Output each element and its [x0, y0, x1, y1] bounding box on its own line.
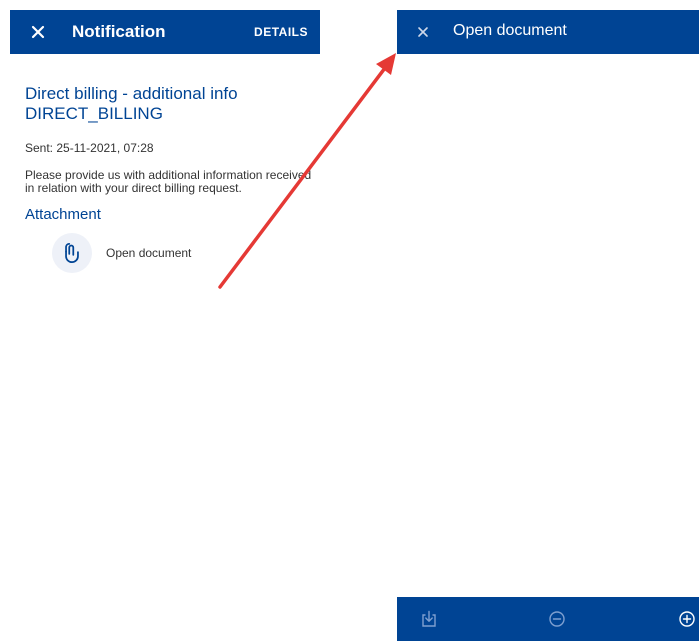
- attachment-label: Open document: [106, 246, 192, 260]
- notification-heading-line1: Direct billing - additional info: [25, 84, 238, 103]
- open-document-attachment[interactable]: Open document: [25, 233, 315, 273]
- paperclip-icon: [65, 242, 79, 264]
- viewer-title: Open document: [453, 22, 567, 39]
- notification-title: Notification: [72, 22, 166, 41]
- document-content-area[interactable]: [397, 54, 699, 597]
- document-viewer-panel: Open document: [397, 10, 699, 641]
- zoom-in-icon[interactable]: [677, 609, 697, 629]
- screenshot-root: Notification DETAILS Direct billing - ad…: [0, 0, 699, 641]
- notification-message: Please provide us with additional inform…: [25, 168, 312, 195]
- zoom-out-icon[interactable]: [547, 609, 567, 629]
- viewer-header: Open document: [397, 10, 699, 54]
- download-icon[interactable]: [419, 609, 439, 629]
- details-button[interactable]: DETAILS: [254, 25, 308, 39]
- notification-heading-line2: DIRECT_BILLING: [25, 104, 163, 123]
- attachment-icon-circle: [52, 233, 92, 273]
- viewer-toolbar: [397, 597, 699, 641]
- attachment-heading: Attachment: [25, 206, 101, 223]
- notification-heading: Direct billing - additional info DIRECT_…: [25, 84, 315, 124]
- sent-timestamp: Sent: 25-11-2021, 07:28: [25, 141, 154, 155]
- notification-header: Notification DETAILS: [10, 10, 320, 54]
- close-icon[interactable]: [413, 22, 433, 42]
- notification-body: Direct billing - additional info DIRECT_…: [25, 84, 315, 273]
- close-icon[interactable]: [26, 20, 50, 44]
- notification-panel: Notification DETAILS Direct billing - ad…: [10, 10, 320, 641]
